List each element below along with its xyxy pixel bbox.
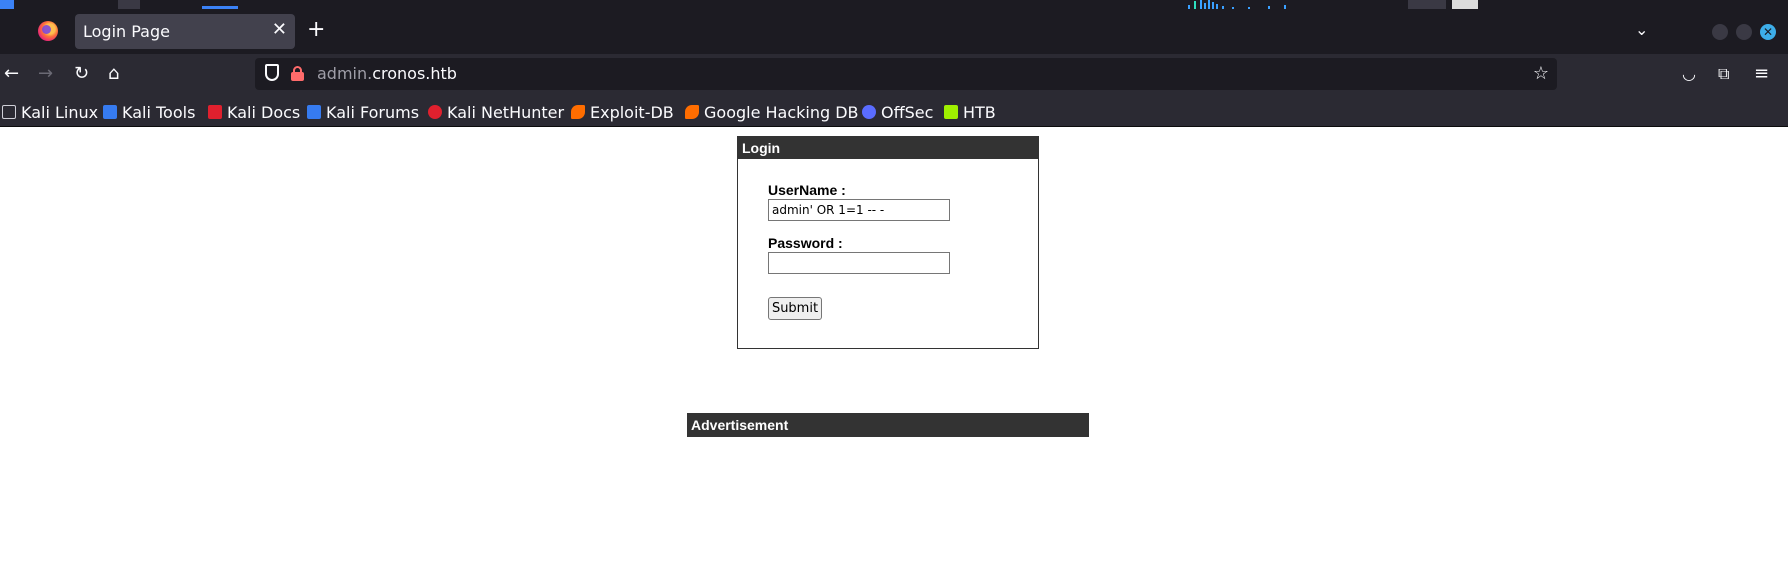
url-text[interactable]: admin.cronos.htb: [317, 64, 457, 83]
ghdb-icon: [685, 105, 699, 119]
tab-title: Login Page: [83, 22, 170, 41]
bookmark-label: OffSec: [881, 102, 934, 122]
navigation-bar: ← → ↻ ⌂ admin.cronos.htb ☆ ◡ ⧉ ≡: [0, 54, 1788, 96]
tab-bar: Login Page ✕ + ⌄ ✕: [0, 9, 1788, 54]
bookmarks-toolbar: Kali Linux Kali Tools Kali Docs Kali For…: [0, 96, 1788, 127]
chevron-down-icon[interactable]: ⌄: [1635, 20, 1648, 39]
os-panel-fragment: [118, 0, 140, 9]
os-panel-fragment: [1408, 0, 1446, 9]
page-content: Login UserName : Password : Submit Adver…: [0, 128, 1788, 575]
kali-forums-icon: [307, 105, 321, 119]
insecure-lock-icon[interactable]: [291, 66, 304, 81]
kali-dragon-icon: [2, 105, 16, 119]
kali-nethunter-icon: [428, 105, 442, 119]
kali-tools-icon: [103, 105, 117, 119]
offsec-icon: [862, 105, 876, 119]
bookmark-label: Kali Forums: [326, 102, 420, 122]
maximize-window-button[interactable]: [1736, 24, 1752, 40]
bookmark-offsec[interactable]: OffSec: [862, 101, 933, 123]
firefox-icon[interactable]: [38, 21, 58, 41]
bookmark-kali-linux[interactable]: Kali Linux: [2, 101, 98, 123]
reload-icon[interactable]: ↻: [74, 63, 89, 85]
exploit-db-icon: [571, 105, 585, 119]
bookmark-label: Kali Linux: [21, 102, 99, 122]
url-subdomain: admin.: [317, 64, 373, 83]
bookmark-exploit-db[interactable]: Exploit-DB: [571, 101, 674, 123]
login-header: Login: [738, 137, 1038, 159]
bookmark-label: Kali NetHunter: [447, 102, 565, 122]
bookmark-label: Google Hacking DB: [704, 102, 859, 122]
os-panel-fragment: [0, 0, 14, 9]
bookmark-label: Kali Docs: [227, 102, 301, 122]
bookmark-label: Kali Tools: [122, 102, 196, 122]
bookmark-google-hacking-db[interactable]: Google Hacking DB: [685, 101, 859, 123]
kali-docs-icon: [208, 105, 222, 119]
os-panel-strip: [0, 0, 1788, 9]
pocket-icon[interactable]: ◡: [1682, 63, 1696, 85]
minimize-window-button[interactable]: [1712, 24, 1728, 40]
bookmark-star-icon[interactable]: ☆: [1533, 63, 1549, 84]
username-label: UserName :: [768, 182, 846, 198]
close-window-button[interactable]: ✕: [1760, 24, 1776, 40]
bookmark-label: HTB: [963, 102, 996, 122]
bookmark-kali-docs[interactable]: Kali Docs: [208, 101, 300, 123]
url-bar[interactable]: admin.cronos.htb ☆: [255, 58, 1557, 90]
submit-button[interactable]: Submit: [768, 297, 822, 320]
new-tab-plus-icon[interactable]: +: [307, 18, 325, 42]
bookmark-htb[interactable]: HTB: [944, 101, 996, 123]
bookmark-label: Exploit-DB: [590, 102, 674, 122]
url-domain: cronos.htb: [372, 64, 457, 83]
forward-arrow-icon[interactable]: →: [38, 63, 53, 85]
tab-login-page[interactable]: Login Page ✕: [75, 14, 295, 49]
back-arrow-icon[interactable]: ←: [4, 63, 19, 85]
home-icon[interactable]: ⌂: [108, 63, 119, 85]
tracking-protection-shield-icon[interactable]: [265, 64, 279, 81]
username-input[interactable]: [768, 199, 950, 221]
login-box: Login UserName : Password : Submit: [737, 136, 1039, 349]
bookmark-kali-tools[interactable]: Kali Tools: [103, 101, 195, 123]
os-panel-fragment: [1452, 0, 1478, 9]
close-icon[interactable]: ✕: [272, 20, 287, 40]
bookmark-kali-nethunter[interactable]: Kali NetHunter: [428, 101, 564, 123]
advertisement-header: Advertisement: [687, 413, 1089, 437]
htb-cube-icon: [944, 105, 958, 119]
password-label: Password :: [768, 235, 843, 251]
hamburger-menu-icon[interactable]: ≡: [1754, 63, 1769, 85]
bookmark-kali-forums[interactable]: Kali Forums: [307, 101, 419, 123]
extensions-icon[interactable]: ⧉: [1718, 63, 1729, 85]
password-input[interactable]: [768, 252, 950, 274]
os-network-graph: [1188, 0, 1368, 9]
